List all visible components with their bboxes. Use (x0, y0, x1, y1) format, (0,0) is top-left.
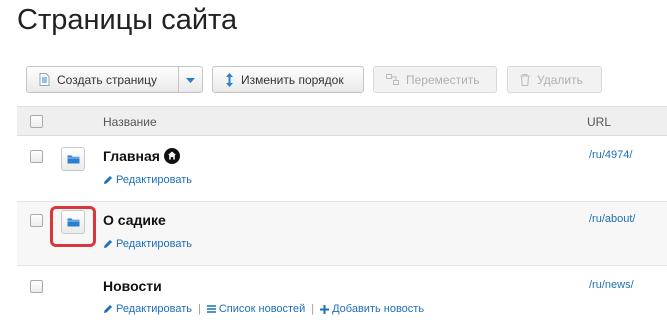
row-checkbox[interactable] (30, 214, 43, 227)
edit-link[interactable]: Редактировать (103, 174, 192, 186)
table-row: Главная Редактировать /ru/4974/ (17, 136, 667, 202)
news-list-label: Список новостей (218, 303, 306, 315)
plus-icon (320, 304, 330, 314)
change-order-label: Изменить порядок (241, 72, 344, 87)
new-page-icon (39, 73, 50, 86)
add-news-link[interactable]: Добавить новость (320, 303, 424, 315)
home-icon (163, 148, 180, 164)
page-title-link[interactable]: Главная (103, 148, 160, 164)
separator: | (198, 303, 201, 315)
url-link[interactable]: /ru/4974/ (589, 149, 632, 161)
create-page-label: Создать страницу (57, 72, 157, 87)
folder-icon (67, 155, 79, 164)
move-icon (386, 74, 399, 85)
page-title-link[interactable]: Новости (103, 278, 162, 294)
pages-table: Название URL Главная Редактировать /ru/4… (17, 106, 667, 330)
move-button[interactable]: Переместить (373, 66, 497, 93)
open-folder-button[interactable] (61, 147, 85, 171)
row-checkbox[interactable] (30, 150, 43, 163)
row-checkbox[interactable] (30, 280, 43, 293)
select-all-checkbox[interactable] (30, 115, 43, 128)
create-page-button[interactable]: Создать страницу (26, 66, 179, 93)
trash-icon (520, 73, 530, 86)
edit-link[interactable]: Редактировать (103, 238, 192, 250)
pencil-icon (103, 304, 113, 314)
highlight-annotation (50, 206, 96, 247)
caret-down-icon (186, 73, 195, 87)
url-link[interactable]: /ru/news/ (589, 279, 634, 291)
page-title-link[interactable]: О садике (103, 212, 166, 228)
edit-link-label: Редактировать (116, 174, 192, 186)
create-page-dropdown-button[interactable] (178, 66, 203, 93)
list-icon (206, 305, 216, 313)
pencil-icon (103, 175, 113, 185)
pencil-icon (103, 239, 113, 249)
delete-button[interactable]: Удалить (507, 66, 602, 93)
delete-label: Удалить (537, 72, 583, 87)
separator: | (311, 303, 315, 315)
edit-link-label: Редактировать (116, 303, 192, 315)
edit-link[interactable]: Редактировать (103, 303, 192, 315)
move-label: Переместить (406, 72, 480, 87)
page-title: Страницы сайта (17, 4, 238, 36)
sort-arrows-icon (225, 72, 234, 87)
table-row: Новости Редактировать | Список новостей … (17, 266, 667, 330)
column-header-name: Название (103, 115, 157, 129)
add-news-label: Добавить новость (332, 303, 425, 315)
news-list-link[interactable]: Список новостей (206, 303, 306, 315)
url-link[interactable]: /ru/about/ (589, 213, 635, 225)
column-header-url: URL (587, 115, 612, 129)
table-row: О садике Редактировать /ru/about/ (17, 202, 667, 266)
table-header: Название URL (17, 106, 667, 136)
change-order-button[interactable]: Изменить порядок (212, 66, 364, 93)
edit-link-label: Редактировать (116, 238, 192, 250)
